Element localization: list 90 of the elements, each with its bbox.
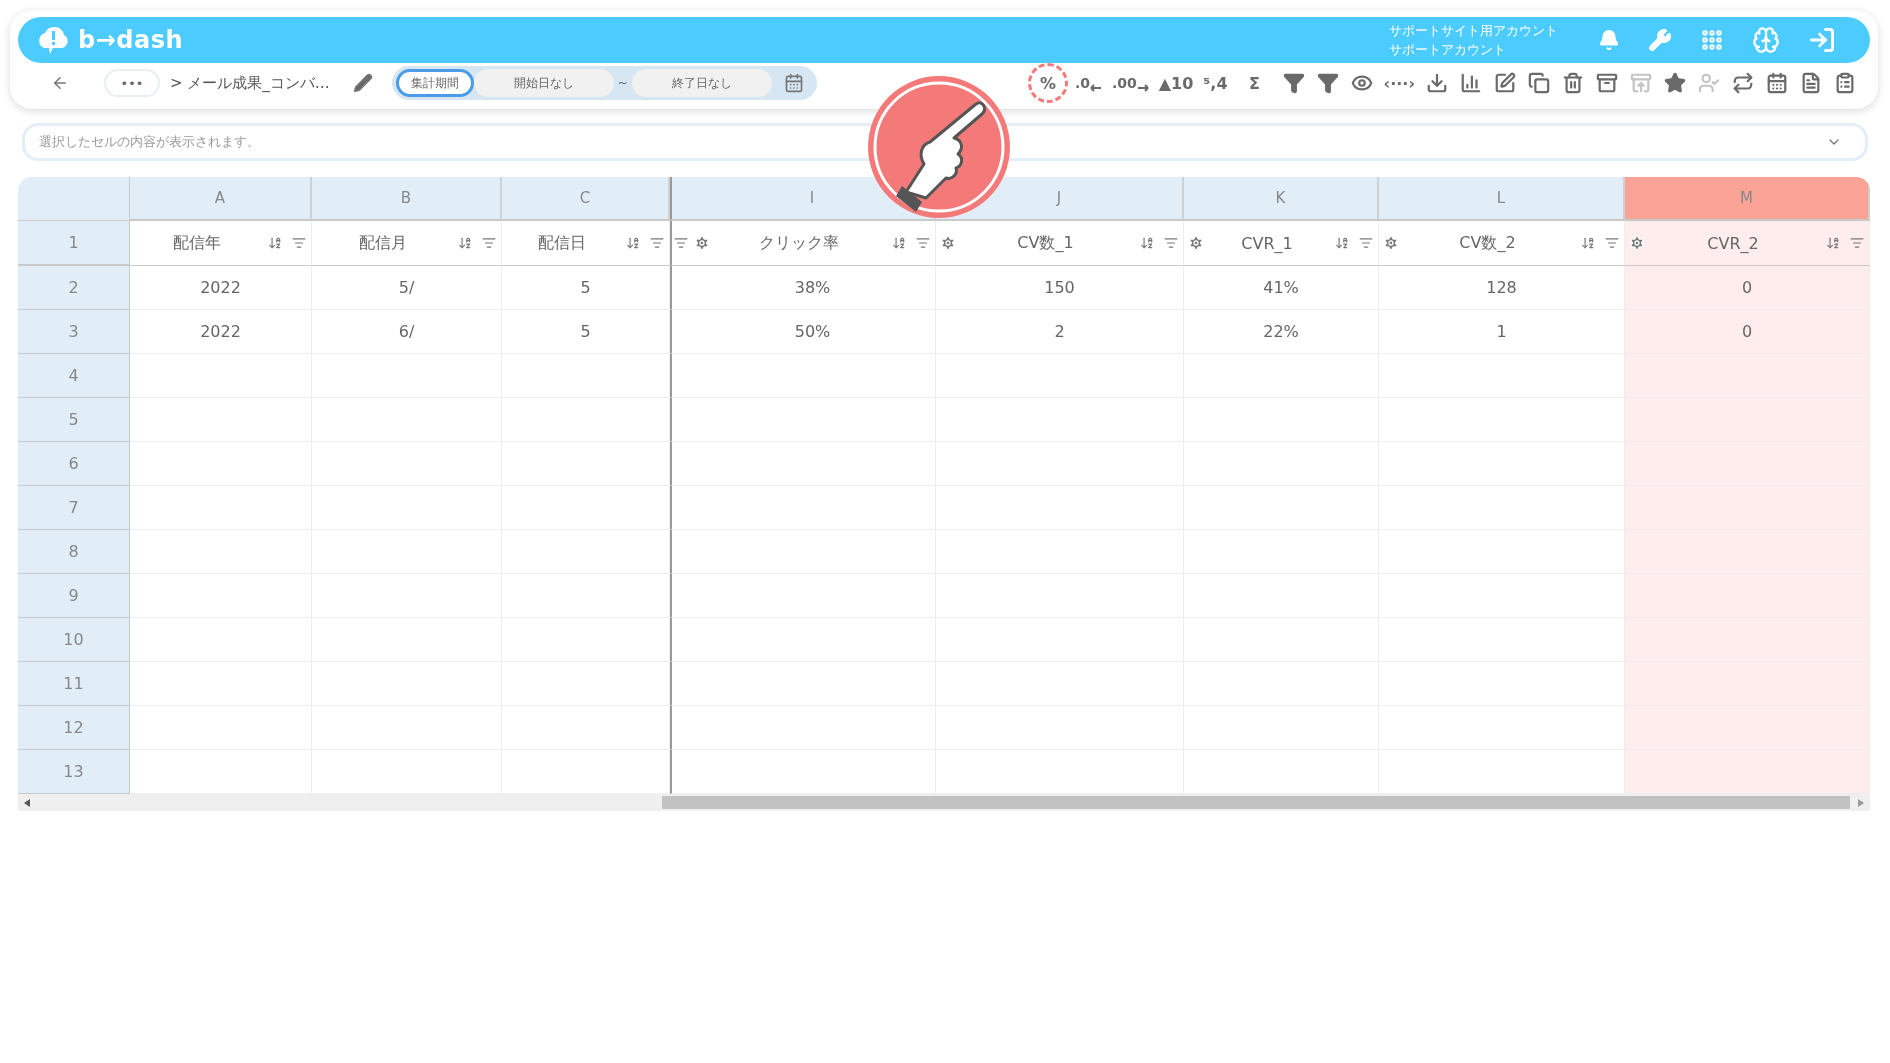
filter-icon[interactable] [292,236,306,250]
sort-icon[interactable] [1581,236,1595,250]
table-cell: 6/ [312,310,502,354]
row-number[interactable]: 4 [18,354,130,398]
row-number[interactable]: 13 [18,750,130,794]
format-button[interactable]: ▲10 [1155,68,1197,98]
table-cell: 5 [502,310,670,354]
filter-icon[interactable] [674,236,688,250]
column-name: 配信年 [171,232,222,254]
row-number[interactable]: 5 [18,398,130,442]
settings-icon[interactable] [1629,235,1645,251]
row-number[interactable]: 3 [18,310,130,354]
filter-icon[interactable] [1850,236,1864,250]
column-name: CV数_2 [1458,232,1517,254]
more-button[interactable]: ••• [104,69,160,97]
filter-icon[interactable] [916,236,930,250]
cell-content-field[interactable]: 選択したセルの内容が表示されます。 [22,123,1868,161]
table-cell: 5/ [312,266,502,310]
column-name: CVR_2 [1706,233,1760,253]
table-cell: 2022 [130,266,312,310]
table-cell: 1 [1379,310,1625,354]
column-letter[interactable]: M [1625,177,1870,221]
table-cell: 0 [1625,310,1870,354]
row-number[interactable]: 12 [18,706,130,750]
horizontal-scrollbar[interactable] [18,794,1870,811]
pencil-icon[interactable] [352,73,373,93]
end-date-field[interactable]: 終了日なし [631,69,772,97]
arrow-left-icon [1089,84,1102,92]
row-number[interactable]: 2 [18,266,130,310]
column-letter[interactable]: C [502,177,670,221]
row-number[interactable]: 6 [18,442,130,486]
table-cell: 2022 [130,310,312,354]
format-button[interactable]: Σ [1234,63,1275,103]
sort-icon[interactable] [1335,236,1349,250]
scroll-left-icon[interactable] [24,798,30,807]
period-label-button[interactable]: 集計期間 [395,69,474,97]
column-letter[interactable]: L [1379,177,1625,221]
column-name: CV数_1 [1016,232,1075,254]
decimal-button[interactable]: .00 [1108,68,1152,98]
table-cell: 0 [1625,266,1870,310]
table-cell: 22% [1184,310,1379,354]
filter-icon[interactable] [650,236,664,250]
logo-text: b→dash [78,26,184,54]
format-button[interactable]: ⁵,4 [1200,68,1231,98]
scroll-right-icon[interactable] [1858,798,1864,807]
table-cell: 128 [1379,266,1625,310]
row-number[interactable]: 9 [18,574,130,618]
format-button[interactable]: ‹···› [1380,68,1418,98]
column-name: CVR_1 [1240,233,1294,253]
range-separator: ~ [617,76,628,90]
column-name: クリック率 [757,232,840,254]
decimal-button[interactable]: .0 [1071,68,1105,98]
column-name: 配信月 [357,232,408,254]
column-name: 配信日 [536,232,587,254]
table-cell: 38% [690,266,936,310]
sort-icon[interactable] [1826,236,1840,250]
sort-icon[interactable] [458,236,472,250]
table-cell: 50% [690,310,936,354]
table-cell: 5 [502,266,670,310]
settings-icon[interactable] [940,235,956,251]
format-button[interactable]: % [1027,63,1068,103]
scroll-thumb[interactable] [662,796,1850,809]
sort-icon[interactable] [268,236,282,250]
row-number[interactable]: 8 [18,530,130,574]
calendar-icon[interactable] [783,73,804,93]
start-date-field[interactable]: 開始日なし [473,69,614,97]
sort-icon[interactable] [626,236,640,250]
filter-icon[interactable] [482,236,496,250]
sort-icon[interactable] [892,236,906,250]
filter-icon[interactable] [1164,236,1178,250]
row-number[interactable]: 11 [18,662,130,706]
sort-icon[interactable] [1140,236,1154,250]
filter-icon[interactable] [1605,236,1619,250]
settings-icon[interactable] [1188,235,1204,251]
column-letter[interactable]: K [1184,177,1379,221]
table-cell: 2 [936,310,1184,354]
row-number[interactable]: 7 [18,486,130,530]
settings-icon[interactable] [694,235,710,251]
row-number[interactable]: 1 [18,221,130,266]
settings-icon[interactable] [1383,235,1399,251]
filter-icon[interactable] [1359,236,1373,250]
breadcrumb[interactable]: > メール成果_コンバ… [170,73,330,93]
row-number[interactable]: 10 [18,618,130,662]
table-cell: 41% [1184,266,1379,310]
column-letter[interactable]: A [130,177,312,221]
account-name: サポートアカウント [1389,41,1507,59]
account-name: サポートサイト用アカウント [1389,22,1558,40]
arrow-right-icon [1136,84,1149,92]
column-letter[interactable]: B [312,177,502,221]
table-cell: 150 [936,266,1184,310]
